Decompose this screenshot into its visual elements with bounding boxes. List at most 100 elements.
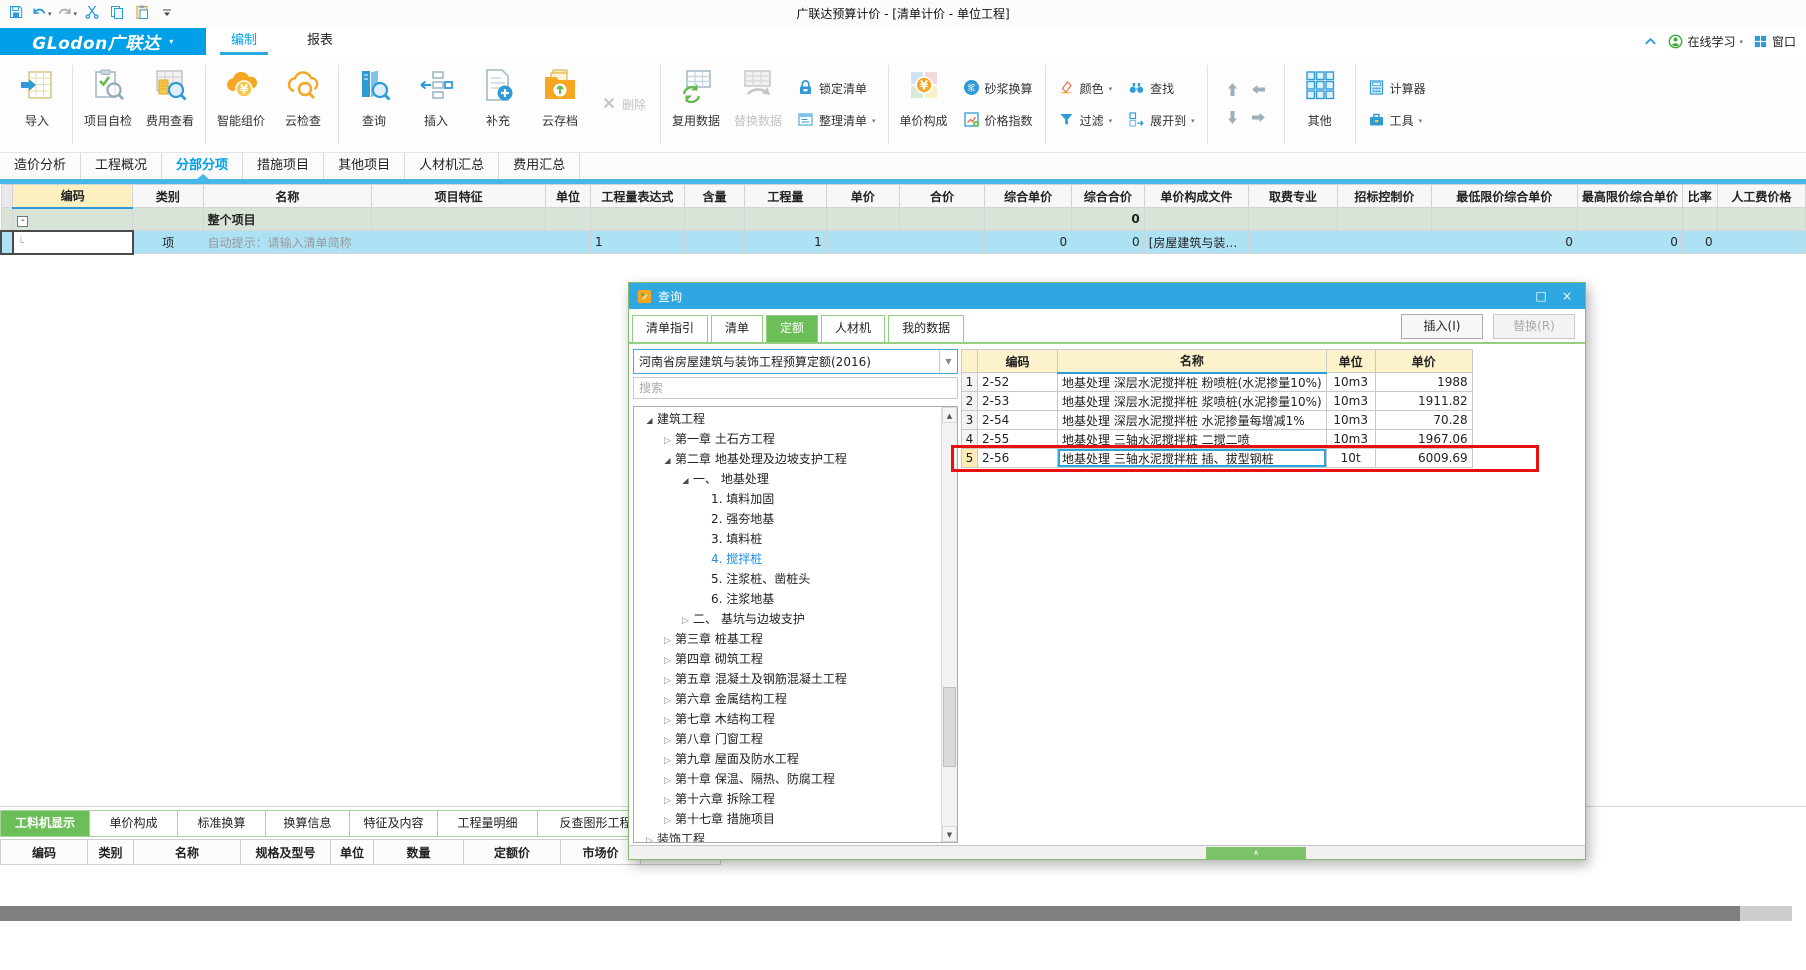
column-header-bid_ctrl[interactable]: 招标控制价	[1337, 184, 1432, 208]
nav-tab-0[interactable]: 造价分析	[0, 153, 82, 179]
tree-item-0[interactable]: ◢ 建筑工程	[634, 409, 941, 429]
collapsed-icon[interactable]: ▷	[660, 751, 675, 771]
ribbon-9-0-0-button[interactable]: 计算器	[1368, 79, 1426, 99]
collapsed-icon[interactable]: ▷	[660, 771, 675, 791]
cell-bid_ctrl[interactable]	[1337, 207, 1432, 231]
collapsed-icon[interactable]: ▷	[660, 731, 675, 751]
nav-tab-6[interactable]: 费用汇总	[499, 153, 581, 179]
detail-tab-0[interactable]: 工料机显示	[0, 810, 90, 837]
tree-item-6[interactable]: 3. 填料桩	[634, 529, 941, 549]
tree-item-4[interactable]: 1. 填料加固	[634, 489, 941, 509]
quota-cell-price[interactable]: 6009.69	[1374, 448, 1473, 468]
ribbon-0-0-button[interactable]: 导入	[6, 59, 68, 150]
collapse-ribbon-button[interactable]	[1643, 34, 1658, 49]
horizontal-scrollbar[interactable]	[0, 906, 1792, 921]
query-dialog-titlebar[interactable]: 查询 □ ×	[629, 283, 1585, 309]
resource-column-header-4[interactable]: 单位	[330, 839, 374, 865]
column-header-price_file[interactable]: 单价构成文件	[1143, 184, 1250, 208]
cell-price[interactable]	[825, 207, 900, 231]
quota-cell-name[interactable]: 地基处理 三轴水泥搅拌桩 二搅二喷	[1057, 429, 1327, 449]
detail-tab-1[interactable]: 单价构成	[90, 810, 178, 837]
tree-item-8[interactable]: 5. 注浆桩、凿桩头	[634, 569, 941, 589]
column-header-content[interactable]: 含量	[683, 184, 746, 208]
quota-cell-code[interactable]: 2-56	[977, 448, 1058, 468]
quota-cell-name[interactable]: 地基处理 深层水泥搅拌桩 浆喷桩(水泥掺量10%)	[1057, 391, 1327, 411]
ribbon-5-0-button[interactable]: ¥ 单价构成	[893, 59, 955, 150]
quota-cell-unit[interactable]: 10t	[1325, 448, 1376, 468]
collapsed-icon[interactable]: ▷	[660, 431, 675, 451]
column-header-unit[interactable]: 单位	[545, 184, 591, 208]
scroll-down-icon[interactable]: ▼	[942, 826, 957, 842]
move-left-button[interactable]	[1246, 77, 1272, 105]
detail-tab-4[interactable]: 特征及内容	[350, 810, 438, 837]
cell-min_price[interactable]: 0	[1430, 230, 1578, 254]
qat-cut-button[interactable]	[82, 3, 102, 24]
ribbon-6-1-1-button[interactable]: 展开到 ▾	[1128, 111, 1195, 131]
tree-item-5[interactable]: 2. 强夯地基	[634, 509, 941, 529]
quota-row-1[interactable]: 2 2-53 地基处理 深层水泥搅拌桩 浆喷桩(水泥掺量10%) 10m3 1911.8…	[961, 391, 1473, 411]
resource-column-header-0[interactable]: 编码	[0, 839, 88, 865]
column-header-price[interactable]: 单价	[825, 184, 900, 208]
quota-cell-num[interactable]: 3	[961, 410, 978, 430]
ribbon-2-0-button[interactable]: ¥ 智能组价	[210, 59, 272, 150]
tree-item-17[interactable]: ▷ 第九章 屋面及防水工程	[634, 749, 941, 769]
tree-item-7[interactable]: 4. 搅拌桩	[634, 549, 941, 569]
cell-comp_price[interactable]	[983, 207, 1073, 231]
column-header-total[interactable]: 合价	[898, 184, 986, 208]
cell-rowhdr[interactable]	[0, 229, 13, 255]
close-icon[interactable]: ×	[1557, 289, 1577, 303]
table-row-0[interactable]: - 整个项目 0	[0, 207, 1806, 231]
ribbon-8-0-button[interactable]: 其他	[1289, 59, 1351, 150]
expanded-icon[interactable]: ◢	[642, 411, 657, 431]
cell-qty[interactable]: 1	[744, 230, 827, 254]
expanded-icon[interactable]: ◢	[678, 471, 693, 491]
quota-column-header-num[interactable]	[961, 349, 978, 373]
cell-content[interactable]	[683, 207, 746, 231]
column-header-labor_price[interactable]: 人工费价格	[1716, 184, 1806, 208]
quota-library-combobox[interactable]: 河南省房屋建筑与装饰工程预算定额(2016) ▼	[633, 349, 958, 374]
column-header-comp_total[interactable]: 综合合价	[1071, 184, 1145, 208]
qat-undo-button[interactable]: ▾	[31, 3, 52, 24]
cell-code[interactable]: -	[12, 207, 134, 231]
collapsed-icon[interactable]: ▷	[642, 831, 657, 842]
cell-qty[interactable]	[744, 207, 827, 231]
tree-item-16[interactable]: ▷ 第八章 门窗工程	[634, 729, 941, 749]
resource-column-header-3[interactable]: 规格及型号	[240, 839, 331, 865]
qat-paste-button[interactable]	[132, 3, 152, 24]
ribbon-1-1-button[interactable]: 费用查看	[139, 59, 201, 150]
collapsed-icon[interactable]: ▷	[678, 611, 693, 631]
quota-cell-price[interactable]: 1988	[1374, 372, 1473, 392]
cell-content[interactable]	[683, 230, 746, 254]
tree-item-21[interactable]: ▷ 装饰工程	[634, 829, 941, 842]
column-header-code[interactable]: 编码	[12, 184, 134, 209]
cell-total[interactable]	[898, 230, 986, 254]
insert-button[interactable]: 插入(I)	[1401, 314, 1483, 339]
detail-tab-2[interactable]: 标准换算	[178, 810, 266, 837]
column-header-min_price[interactable]: 最低限价综合单价	[1430, 184, 1578, 208]
dialog-tab-1[interactable]: 清单	[711, 315, 764, 342]
collapsed-icon[interactable]: ▷	[660, 711, 675, 731]
search-input[interactable]	[633, 377, 958, 399]
column-header-qty[interactable]: 工程量	[744, 184, 827, 208]
cell-comp_total[interactable]: 0	[1071, 230, 1145, 254]
collapsed-icon[interactable]: ▷	[660, 651, 675, 671]
quota-cell-code[interactable]: 2-53	[977, 391, 1058, 411]
quota-row-0[interactable]: 1 2-52 地基处理 深层水泥搅拌桩 粉喷桩(水泥掺量10%) 10m3 1988	[961, 372, 1473, 392]
column-header-fee_major[interactable]: 取费专业	[1248, 184, 1339, 208]
ribbon-4-0-button[interactable]: 复用数据	[665, 59, 727, 150]
resource-column-header-2[interactable]: 名称	[133, 839, 241, 865]
collapsed-icon[interactable]: ▷	[660, 631, 675, 651]
cell-code[interactable]: └	[11, 229, 134, 255]
cell-ratio[interactable]: 0	[1681, 230, 1718, 254]
expand-handle[interactable]: ∧	[1206, 847, 1306, 859]
column-header-comp_price[interactable]: 综合单价	[983, 184, 1073, 208]
column-header-type[interactable]: 类别	[132, 184, 204, 208]
quota-row-4[interactable]: 5 2-56 地基处理 三轴水泥搅拌桩 插、拔型钢桩 10t 6009.69	[961, 448, 1473, 468]
ribbon-9-0-1-button[interactable]: 工具 ▾	[1368, 111, 1426, 131]
menu-tab-1[interactable]: 报表	[282, 28, 358, 55]
ribbon-4-1-button[interactable]: 替换数据	[727, 59, 789, 150]
cell-total[interactable]	[898, 207, 986, 231]
quota-cell-name[interactable]: 地基处理 三轴水泥搅拌桩 插、拔型钢桩	[1057, 448, 1327, 468]
cell-name[interactable]: 自动提示：请输入清单简称	[202, 230, 373, 254]
quota-cell-name[interactable]: 地基处理 深层水泥搅拌桩 水泥掺量每增减1%	[1057, 410, 1327, 430]
